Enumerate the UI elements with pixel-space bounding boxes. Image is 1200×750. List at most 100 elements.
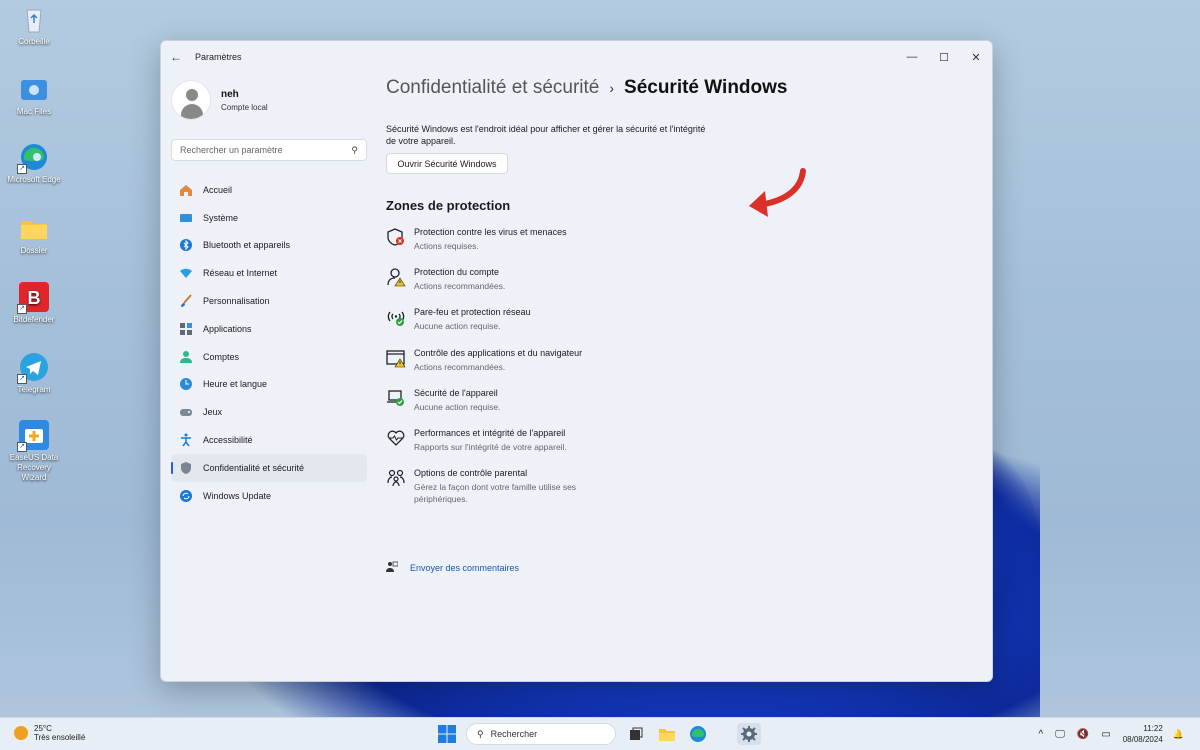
zone-status: Actions recommandées. [414, 361, 506, 372]
desktop-icon-bitdefender[interactable]: B ↗ Bitdefender [4, 282, 64, 325]
zone-title: Protection du compte [414, 267, 500, 278]
display-icon[interactable]: 🖵 [1055, 729, 1065, 740]
zone-title: Performances et intégrité de l'appareil [414, 427, 566, 438]
time: 11:22 [1143, 724, 1163, 733]
desktop-icon-easeus[interactable]: ↗ EaseUS Data Recovery Wizard [4, 420, 64, 483]
desktop-icon-recycle-bin[interactable]: Corbeille [4, 4, 64, 47]
app-browser-icon [386, 348, 406, 368]
chevron-up-icon[interactable]: ^ [1038, 729, 1043, 740]
feedback-row: Envoyer des commentaires [386, 561, 519, 575]
breadcrumb-parent[interactable]: Confidentialité et sécurité [386, 77, 599, 99]
svg-text:B: B [28, 288, 41, 308]
desktop-icon-edge[interactable]: ↗ Microsoft Edge [4, 142, 64, 185]
page-title: Sécurité Windows [624, 77, 788, 98]
sidebar-item-accessibilite[interactable]: Accessibilité [171, 426, 367, 454]
taskbar-search-label: Rechercher [490, 729, 538, 739]
taskbar-search[interactable]: ⚲ Rechercher [466, 723, 616, 745]
file-explorer-icon [659, 729, 675, 741]
feedback-icon [386, 561, 399, 575]
sidebar-item-systeme[interactable]: Système [171, 204, 367, 232]
feedback-link[interactable]: Envoyer des commentaires [410, 563, 519, 573]
window-title: Paramètres [195, 52, 242, 62]
search-placeholder: Rechercher un paramètre [180, 145, 283, 155]
weather-desc: Très ensoleillé [34, 733, 86, 742]
settings-taskbar-button[interactable] [737, 723, 761, 745]
search-icon: ⚲ [477, 728, 484, 739]
edge-taskbar-button[interactable] [686, 723, 710, 745]
zone-firewall[interactable]: Pare-feu et protection réseau Aucune act… [386, 307, 966, 347]
zone-status: Aucune action requise. [414, 321, 501, 332]
search-input[interactable]: Rechercher un paramètre ⚲ [171, 139, 367, 161]
sidebar-item-accueil[interactable]: Accueil [171, 176, 367, 204]
sidebar-item-comptes[interactable]: Comptes [171, 343, 367, 371]
bitdefender-icon: B ↗ [17, 282, 49, 314]
zone-status: Aucune action requise. [414, 401, 501, 412]
sidebar-item-label: Personnalisation [203, 296, 270, 307]
zone-app-browser-control[interactable]: Contrôle des applications et du navigate… [386, 348, 966, 388]
sidebar-item-windows-update[interactable]: Windows Update [171, 482, 367, 510]
desktop-icon-dossier[interactable]: Dossier [4, 213, 64, 256]
system-icon [179, 211, 193, 225]
account-protection-icon [386, 267, 406, 287]
zone-status: Rapports sur l'intégrité de votre appare… [414, 441, 567, 452]
maximize-button[interactable]: ☐ [928, 51, 960, 64]
sidebar-item-reseau[interactable]: Réseau et Internet [171, 259, 367, 287]
virus-shield-icon [386, 227, 406, 247]
sun-icon [14, 726, 28, 740]
folder-icon [19, 213, 49, 243]
start-button[interactable] [435, 723, 459, 745]
zone-device-security[interactable]: Sécurité de l'appareil Aucune action req… [386, 388, 966, 428]
minimize-button[interactable]: — [896, 51, 928, 64]
search-icon: ⚲ [351, 144, 358, 155]
weather-widget[interactable]: 25°C Très ensoleillé [14, 724, 85, 742]
bluetooth-icon [179, 238, 193, 252]
taskbar: 25°C Très ensoleillé ⚲ Rechercher ^ 🖵 🔇 … [0, 717, 1200, 750]
zone-title: Pare-feu et protection réseau [414, 307, 531, 318]
profile[interactable]: neh Compte local [171, 77, 371, 123]
sidebar-item-label: Applications [203, 323, 252, 334]
sidebar-item-personnalisation[interactable]: Personnalisation [171, 287, 367, 315]
back-button[interactable]: ← [161, 50, 191, 64]
sidebar-item-jeux[interactable]: Jeux [171, 398, 367, 426]
open-windows-security-button[interactable]: Ouvrir Sécurité Windows [386, 153, 508, 174]
family-icon [386, 468, 406, 488]
task-view-button[interactable] [624, 723, 648, 745]
profile-name: neh [221, 88, 239, 100]
weather-temp: 25°C [34, 724, 52, 733]
desktop-icon-mac-files[interactable]: Mac Files [4, 74, 64, 117]
battery-icon[interactable]: ▭ [1101, 729, 1110, 740]
shield-icon [179, 461, 193, 475]
sidebar-item-applications[interactable]: Applications [171, 315, 367, 343]
gamepad-icon [179, 405, 193, 419]
edge-icon [690, 726, 706, 742]
avatar [171, 80, 211, 120]
notification-bell-icon[interactable]: 🔔 [1173, 729, 1184, 740]
telegram-icon: ↗ [17, 352, 49, 384]
sidebar-item-confidentialite[interactable]: Confidentialité et sécurité [171, 453, 367, 482]
protection-zones: Protection contre les virus et menaces A… [386, 227, 966, 508]
zone-title: Options de contrôle parental [414, 468, 528, 479]
close-button[interactable]: ✕ [960, 51, 992, 64]
file-explorer-button[interactable] [655, 723, 679, 745]
globe-clock-icon [179, 377, 193, 391]
zone-device-performance[interactable]: Performances et intégrité de l'appareil … [386, 428, 966, 468]
zone-virus-protection[interactable]: Protection contre les virus et menaces A… [386, 227, 966, 267]
sidebar-item-heure-langue[interactable]: Heure et langue [171, 371, 367, 399]
zone-title: Contrôle des applications et du navigate… [414, 347, 583, 358]
windows-logo-icon [438, 725, 456, 743]
zone-status: Actions recommandées. [414, 281, 506, 292]
volume-muted-icon[interactable]: 🔇 [1077, 729, 1089, 740]
heart-icon [386, 428, 406, 448]
accessibility-icon [179, 433, 193, 447]
clock[interactable]: 11:22 08/08/2024 [1123, 723, 1163, 745]
zone-title: Protection contre les virus et menaces [414, 227, 567, 237]
desktop-icon-telegram[interactable]: ↗ Telegram [4, 352, 64, 395]
easeus-icon: ↗ [17, 420, 49, 452]
zone-status: Gérez la façon dont votre famille utilis… [414, 482, 577, 505]
zone-parental-control[interactable]: Options de contrôle parental Gérez la fa… [386, 468, 966, 508]
zone-account-protection[interactable]: Protection du compte Actions recommandée… [386, 267, 966, 307]
shortcut-arrow-icon: ↗ [17, 164, 27, 174]
window-controls: — ☐ ✕ [896, 51, 992, 64]
sidebar-item-bluetooth[interactable]: Bluetooth et appareils [171, 232, 367, 260]
sidebar-item-label: Jeux [203, 407, 223, 418]
